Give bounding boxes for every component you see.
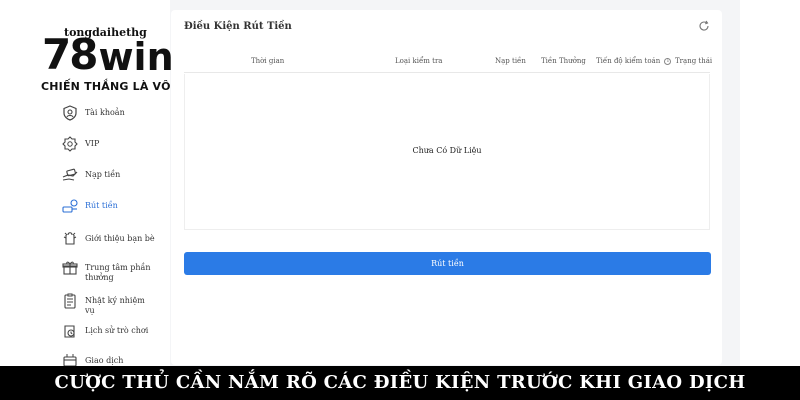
table-header: Thời gian Loại kiểm tra Nạp tiền Tiền Th…: [184, 48, 713, 73]
vip-badge-icon: [62, 136, 78, 152]
user-shield-icon: [63, 105, 77, 121]
deposit-icon: [62, 168, 78, 181]
sidebar-item-deposit[interactable]: Nạp tiền: [62, 167, 120, 183]
column-header-check-type: Loại kiểm tra: [395, 57, 443, 65]
sidebar-item-label: Nạp tiền: [85, 170, 121, 179]
caption-banner: CƯỢC THỦ CẦN NẮM RÕ CÁC ĐIỀU KIỆN TRƯỚC …: [0, 366, 800, 400]
sidebar-item-label: Trung tâm phần thưởng: [85, 263, 151, 282]
sidebar-item-label: Giao dịch: [85, 356, 124, 365]
column-header-label: Tiến độ kiểm toán: [596, 57, 661, 65]
withdraw-button[interactable]: Rút tiền: [184, 252, 711, 275]
refer-friend-icon: [63, 232, 77, 245]
sidebar-item-rewards[interactable]: Trung tâm phần thưởng: [62, 260, 155, 283]
sidebar-item-label: Lịch sử trò chơi: [85, 326, 149, 335]
page-title: Điều Kiện Rút Tiền: [184, 21, 292, 32]
logo-number: 78: [42, 30, 98, 79]
empty-state-text: Chưa Có Dữ Liệu: [412, 146, 482, 155]
gift-icon: [62, 261, 78, 275]
column-header-audit-progress: Tiến độ kiểm toán i: [596, 57, 672, 65]
brand-logo[interactable]: 78 win: [42, 30, 174, 79]
task-log-icon: [64, 293, 76, 309]
column-header-bonus: Tiền Thưởng: [541, 57, 586, 65]
game-history-icon: [64, 325, 75, 338]
sidebar-item-task-log[interactable]: Nhật ký nhiệm vụ: [62, 293, 155, 316]
refresh-icon[interactable]: [698, 20, 710, 32]
column-header-deposit: Nạp tiền: [495, 57, 526, 65]
sidebar-item-withdraw[interactable]: Rút tiền: [62, 198, 118, 214]
logo-word: win: [98, 35, 174, 79]
sidebar-item-refer[interactable]: Giới thiệu bạn bè: [62, 231, 155, 247]
sidebar-item-vip[interactable]: VIP: [62, 136, 99, 152]
sidebar-item-label: Tài khoản: [85, 108, 125, 117]
sidebar-item-label: Giới thiệu bạn bè: [85, 234, 155, 243]
column-header-time: Thời gian: [251, 57, 285, 65]
table-body: Chưa Có Dữ Liệu: [184, 74, 710, 230]
sidebar-item-game-history[interactable]: Lịch sử trò chơi: [62, 323, 148, 339]
sidebar-item-label: Rút tiền: [85, 201, 118, 210]
info-icon[interactable]: i: [664, 57, 672, 65]
sidebar-item-account[interactable]: Tài khoản: [62, 105, 125, 121]
sidebar-item-label: Nhật ký nhiệm vụ: [85, 296, 145, 315]
withdraw-icon: [62, 199, 78, 213]
column-header-status: Trạng thái: [675, 57, 713, 65]
sidebar-item-label: VIP: [85, 139, 100, 148]
